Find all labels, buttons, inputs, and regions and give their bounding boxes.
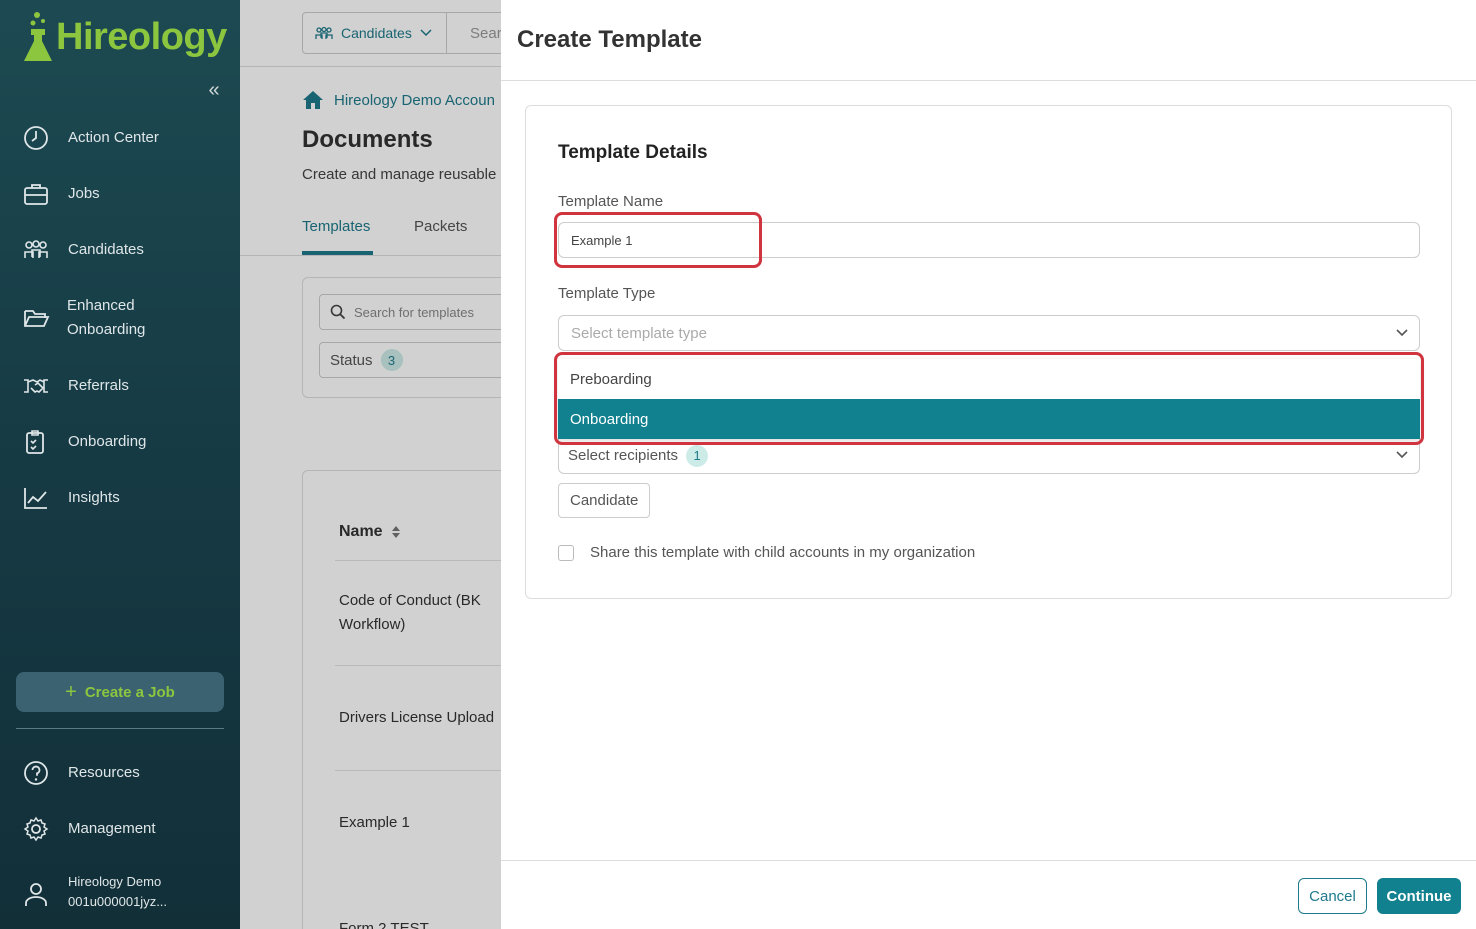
recipients-select[interactable]: Select recipients 1	[558, 438, 1420, 474]
cancel-button[interactable]: Cancel	[1298, 878, 1367, 914]
sidebar-item-label: Management	[68, 820, 156, 837]
sidebar-divider	[16, 728, 224, 729]
recipients-count-badge: 1	[686, 444, 709, 467]
template-details-card: Template Details Template Name Template …	[525, 105, 1452, 599]
recipient-chip-candidate[interactable]: Candidate	[558, 483, 651, 518]
sidebar-item-label: Insights	[68, 489, 120, 506]
drawer-title: Create Template	[517, 26, 702, 53]
chevron-down-icon	[1396, 329, 1408, 337]
create-job-label: Create a Job	[84, 683, 175, 701]
folder-open-icon	[24, 310, 50, 327]
hireology-logo[interactable]: Hireology	[20, 8, 227, 66]
create-job-button[interactable]: + Create a Job	[16, 672, 224, 712]
drawer-footer: Cancel Continue	[501, 860, 1476, 929]
gear-icon	[23, 816, 49, 842]
share-option: Share this template with child accounts …	[558, 544, 975, 561]
create-template-drawer: Create Template Template Details Templat…	[501, 0, 1476, 929]
template-type-placeholder: Select template type	[571, 324, 707, 342]
plus-icon: +	[65, 680, 77, 703]
template-type-options: Preboarding Onboarding	[558, 359, 1420, 439]
sidebar-item-jobs[interactable]: Jobs	[0, 180, 240, 208]
user-name: Hireology Demo	[68, 874, 162, 889]
user-id: 001u000001jyz...	[68, 894, 168, 909]
share-label: Share this template with child accounts …	[590, 544, 976, 561]
recipients-placeholder: Select recipients	[568, 447, 679, 464]
sidebar: Hireology « Action Center Jobs Candidate…	[0, 0, 240, 929]
template-name-label: Template Name	[558, 193, 664, 210]
template-type-label: Template Type	[558, 285, 656, 302]
sidebar-item-label: Candidates	[68, 241, 144, 258]
template-name-input[interactable]	[558, 222, 1420, 258]
chart-line-icon	[24, 488, 47, 509]
briefcase-icon	[24, 184, 48, 205]
clipboard-icon	[26, 430, 44, 454]
sidebar-item-label: Onboarding	[68, 433, 147, 450]
help-circle-icon	[24, 761, 48, 785]
sidebar-item-label-line2: Onboarding	[67, 321, 146, 338]
sidebar-item-label: Resources	[68, 764, 140, 781]
sidebar-item-label: Enhanced	[67, 297, 135, 314]
share-checkbox[interactable]	[558, 544, 574, 561]
sidebar-item-enhanced-onboarding[interactable]: Enhanced Onboarding	[0, 294, 240, 342]
user-icon[interactable]	[22, 880, 50, 908]
sidebar-item-referrals[interactable]: Referrals	[0, 372, 240, 400]
sidebar-item-candidates[interactable]: Candidates	[0, 236, 240, 264]
option-onboarding[interactable]: Onboarding	[558, 399, 1420, 439]
sidebar-item-insights[interactable]: Insights	[0, 484, 240, 512]
user-account[interactable]: Hireology Demo 001u000001jyz...	[68, 872, 167, 912]
flask-icon	[24, 12, 52, 61]
sidebar-item-onboarding[interactable]: Onboarding	[0, 428, 240, 456]
continue-button[interactable]: Continue	[1377, 878, 1461, 914]
sidebar-item-label: Action Center	[68, 129, 159, 146]
sidebar-item-label: Jobs	[68, 185, 100, 202]
logo-text: Hireology	[56, 15, 227, 58]
option-preboarding[interactable]: Preboarding	[558, 359, 1420, 399]
people-icon	[24, 240, 48, 258]
section-title: Template Details	[558, 142, 708, 163]
sidebar-item-label: Referrals	[68, 377, 129, 394]
sidebar-item-resources[interactable]: Resources	[0, 759, 240, 787]
sidebar-item-action-center[interactable]: Action Center	[0, 124, 240, 152]
drawer-header: Create Template	[501, 0, 1476, 81]
clock-icon	[24, 126, 48, 150]
template-type-select[interactable]: Select template type	[558, 315, 1420, 351]
sidebar-item-management[interactable]: Management	[0, 815, 240, 843]
handshake-icon	[24, 379, 48, 393]
chevron-down-icon	[1396, 451, 1408, 459]
collapse-sidebar-icon[interactable]: «	[204, 80, 224, 100]
